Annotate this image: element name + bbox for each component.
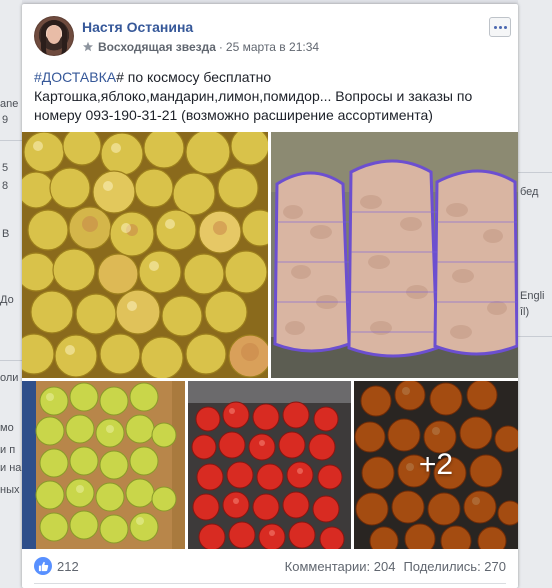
- photo-apples-crate[interactable]: [22, 381, 185, 549]
- background-text-fragment: и п: [0, 444, 16, 456]
- photo-grid: +2: [22, 132, 518, 549]
- background-divider: [0, 140, 22, 141]
- photo-potatoes[interactable]: [271, 132, 518, 378]
- hashtag-link[interactable]: #ДОСТАВКА: [34, 69, 116, 85]
- stats-divider: [34, 583, 506, 584]
- shares-count[interactable]: Поделились: 270: [403, 559, 506, 574]
- author-avatar[interactable]: [34, 16, 74, 56]
- background-text-fragment: 8: [2, 180, 9, 192]
- background-divider: [0, 360, 22, 361]
- photo-apples[interactable]: [22, 132, 268, 378]
- background-text-fragment: и на: [0, 462, 22, 474]
- comments-count[interactable]: Комментарии: 204: [285, 559, 396, 574]
- background-text-fragment: Engli: [520, 290, 545, 302]
- stats-right: Комментарии: 204 Поделились: 270: [285, 559, 506, 574]
- background-text-fragment: B: [2, 228, 10, 240]
- post-timestamp[interactable]: 25 марта в 21:34: [226, 40, 319, 54]
- post-stats: 212 Комментарии: 204 Поделились: 270: [34, 555, 506, 577]
- more-options-icon-dot: [503, 25, 507, 29]
- background-text-fragment: мо: [0, 422, 14, 434]
- thumbs-up-icon[interactable]: [34, 557, 52, 575]
- likes-count[interactable]: 212: [57, 559, 79, 574]
- post-card: Настя Останина Восходящая звезда · 25 ма…: [22, 4, 518, 588]
- star-icon: [82, 41, 94, 53]
- background-text-fragment: ных: [0, 484, 20, 496]
- background-text-fragment: ane: [0, 98, 19, 110]
- more-photos-overlay[interactable]: +2: [354, 381, 518, 549]
- background-text-fragment: бед: [520, 186, 539, 198]
- post-meta: Восходящая звезда · 25 марта в 21:34: [82, 40, 319, 54]
- more-options-icon-dot: [498, 25, 502, 29]
- background-text-fragment: 9: [2, 114, 9, 126]
- background-divider: [518, 172, 552, 173]
- badge-label[interactable]: Восходящая звезда: [98, 40, 216, 54]
- photo-tomatoes[interactable]: [188, 381, 351, 549]
- avatar-face: [47, 25, 61, 44]
- background-text-fragment: 5: [2, 162, 9, 174]
- meta-separator: ·: [218, 40, 223, 54]
- more-options-icon: [493, 25, 497, 29]
- photo-tomatoes-more[interactable]: +2: [354, 381, 518, 549]
- author-name[interactable]: Настя Останина: [82, 19, 193, 35]
- background-text-fragment: îl): [520, 306, 530, 318]
- background-divider: [518, 336, 552, 337]
- background-text-fragment: До: [0, 294, 14, 306]
- post-text: #ДОСТАВКА# по космосу бесплатно Картошка…: [34, 68, 510, 125]
- more-options-button[interactable]: [489, 17, 511, 37]
- background-text-fragment: оли: [0, 372, 19, 384]
